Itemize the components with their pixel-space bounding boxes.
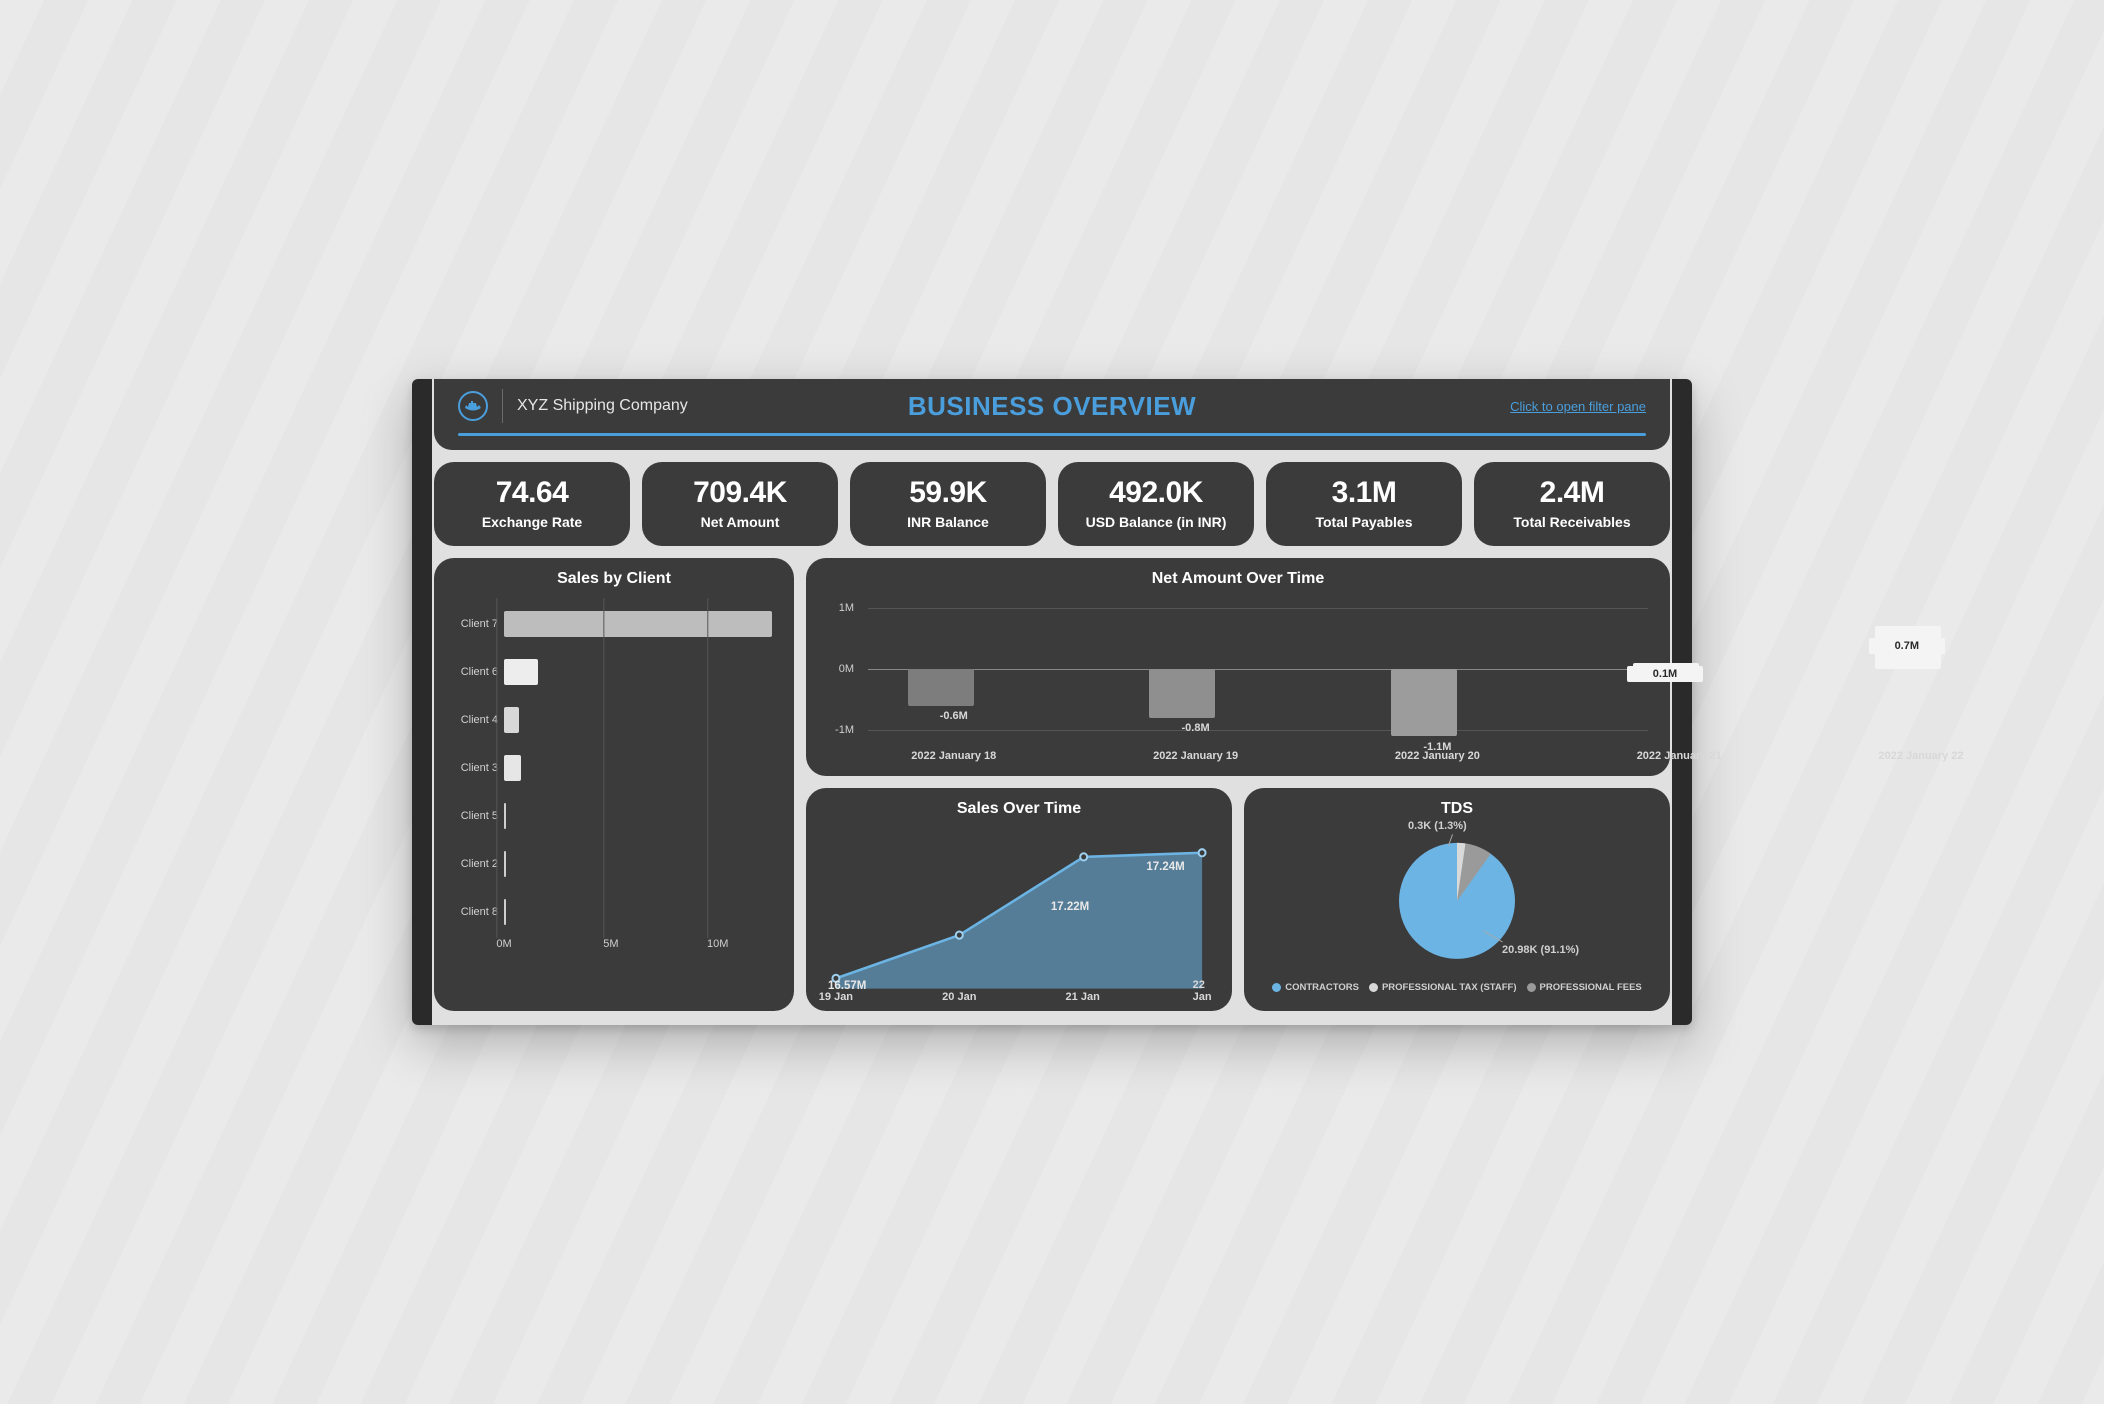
legend-item: PROFESSIONAL TAX (STAFF) [1369, 982, 1517, 993]
y-tick: 1M [839, 602, 854, 614]
bar-label: Client 7 [450, 618, 498, 630]
kpi-exchange-rate[interactable]: 74.64 Exchange Rate [434, 462, 630, 546]
kpi-label: Total Receivables [1482, 514, 1662, 530]
header-rule [458, 433, 1646, 436]
net-amount-chart: 1M 0M -1M -0.6M 2022 January 18 -0.8M 2022 … [828, 596, 1648, 766]
data-label: -0.8M [1125, 722, 1265, 734]
x-tick: 2022 January 20 [1367, 750, 1507, 762]
bar-label: Client 2 [450, 858, 498, 870]
logo-divider [502, 389, 503, 423]
axis-tick: 0M [496, 938, 511, 950]
bar-label: Client 5 [450, 810, 498, 822]
y-tick: -1M [835, 724, 854, 736]
kpi-value: 709.4K [650, 476, 830, 510]
bar [504, 755, 521, 781]
charts-grid: Sales by Client Client 7 Client 6 Client 4… [434, 558, 1670, 1011]
tds-card[interactable]: TDS 0.3K (1.3%) 20.98K (91.1%) [1244, 788, 1670, 1011]
kpi-usd-balance[interactable]: 492.0K USD Balance (in INR) [1058, 462, 1254, 546]
kpi-total-receivables[interactable]: 2.4M Total Receivables [1474, 462, 1670, 546]
bar-label: Client 6 [450, 666, 498, 678]
data-label: 0.7M [1869, 638, 1945, 654]
x-tick: 2022 January 18 [884, 750, 1024, 762]
kpi-inr-balance[interactable]: 59.9K INR Balance [850, 462, 1046, 546]
x-tick: 2022 January 22 [1851, 750, 1991, 762]
net-amount-card[interactable]: Net Amount Over Time 1M 0M -1M -0.6M 2022… [806, 558, 1670, 776]
hbar-row: Client 4 [450, 696, 778, 744]
card-title: Sales Over Time [820, 800, 1218, 818]
card-title: TDS [1258, 800, 1656, 818]
hbar-row: Client 5 [450, 792, 778, 840]
bar-label: Client 8 [450, 906, 498, 918]
sales-by-client-chart: Client 7 Client 6 Client 4 Client 3 Client 5… [448, 596, 780, 954]
bar [504, 707, 519, 733]
hbar-row: Client 3 [450, 744, 778, 792]
bar-label: Client 3 [450, 762, 498, 774]
legend: CONTRACTORS PROFESSIONAL TAX (STAFF) PRO… [1272, 982, 1642, 993]
header: XYZ Shipping Company BUSINESS OVERVIEW C… [434, 379, 1670, 450]
kpi-label: USD Balance (in INR) [1066, 514, 1246, 530]
card-title: Sales by Client [448, 570, 780, 588]
x-tick: 2022 January 19 [1125, 750, 1265, 762]
sales-over-time-chart: 16.57M 17.22M 17.24M 19 Jan 20 Jan 21 Ja… [820, 826, 1218, 1001]
bar [1391, 669, 1457, 736]
axis-tick: 10M [707, 938, 728, 950]
sales-over-time-card[interactable]: Sales Over Time 16.57M 17.22M 17.24M [806, 788, 1232, 1011]
legend-item: CONTRACTORS [1272, 982, 1359, 993]
kpi-net-amount[interactable]: 709.4K Net Amount [642, 462, 838, 546]
left-rail [412, 379, 432, 1025]
hbar-row: Client 6 [450, 648, 778, 696]
axis-tick: 5M [603, 938, 618, 950]
data-label: 0.3K (1.3%) [1408, 820, 1467, 832]
tds-chart: 0.3K (1.3%) 20.98K (91.1%) CONTRACTORS P… [1258, 826, 1656, 993]
bar [908, 669, 974, 706]
legend-item: PROFESSIONAL FEES [1527, 982, 1642, 993]
open-filter-pane-link[interactable]: Click to open filter pane [1510, 399, 1646, 414]
kpi-value: 74.64 [442, 476, 622, 510]
kpi-label: INR Balance [858, 514, 1038, 530]
x-tick: 19 Jan [819, 991, 853, 1003]
ship-logo-icon [458, 391, 488, 421]
kpi-total-payables[interactable]: 3.1M Total Payables [1266, 462, 1462, 546]
kpi-value: 3.1M [1274, 476, 1454, 510]
dashboard: XYZ Shipping Company BUSINESS OVERVIEW C… [412, 379, 1692, 1025]
kpi-label: Total Payables [1274, 514, 1454, 530]
x-tick: 2022 January 21 [1609, 750, 1749, 762]
x-tick: 20 Jan [942, 991, 976, 1003]
bar [504, 803, 506, 829]
kpi-label: Exchange Rate [442, 514, 622, 530]
kpi-row: 74.64 Exchange Rate 709.4K Net Amount 59… [434, 462, 1670, 546]
bar [1149, 669, 1215, 718]
x-tick: 21 Jan [1066, 991, 1100, 1003]
data-label: 17.22M [1051, 901, 1089, 913]
page-title: BUSINESS OVERVIEW [908, 391, 1196, 422]
bar [504, 851, 506, 877]
x-axis: 0M 5M 10M [504, 938, 778, 954]
hbar-row: Client 7 [450, 600, 778, 648]
bar [504, 899, 506, 925]
bar-label: Client 4 [450, 714, 498, 726]
x-tick: 22 Jan [1193, 979, 1212, 1003]
card-title: Net Amount Over Time [820, 570, 1656, 588]
kpi-label: Net Amount [650, 514, 830, 530]
kpi-value: 2.4M [1482, 476, 1662, 510]
data-label: 17.24M [1146, 861, 1184, 873]
data-label: 20.98K (91.1%) [1502, 944, 1579, 956]
kpi-value: 59.9K [858, 476, 1038, 510]
kpi-value: 492.0K [1066, 476, 1246, 510]
data-label: -0.6M [884, 710, 1024, 722]
hbar-row: Client 8 [450, 888, 778, 936]
bar [504, 659, 538, 685]
hbar-row: Client 2 [450, 840, 778, 888]
data-label: 0.1M [1627, 666, 1703, 682]
y-tick: 0M [839, 663, 854, 675]
company-name: XYZ Shipping Company [517, 397, 688, 415]
bar [504, 611, 772, 637]
sales-by-client-card[interactable]: Sales by Client Client 7 Client 6 Client 4… [434, 558, 794, 1011]
